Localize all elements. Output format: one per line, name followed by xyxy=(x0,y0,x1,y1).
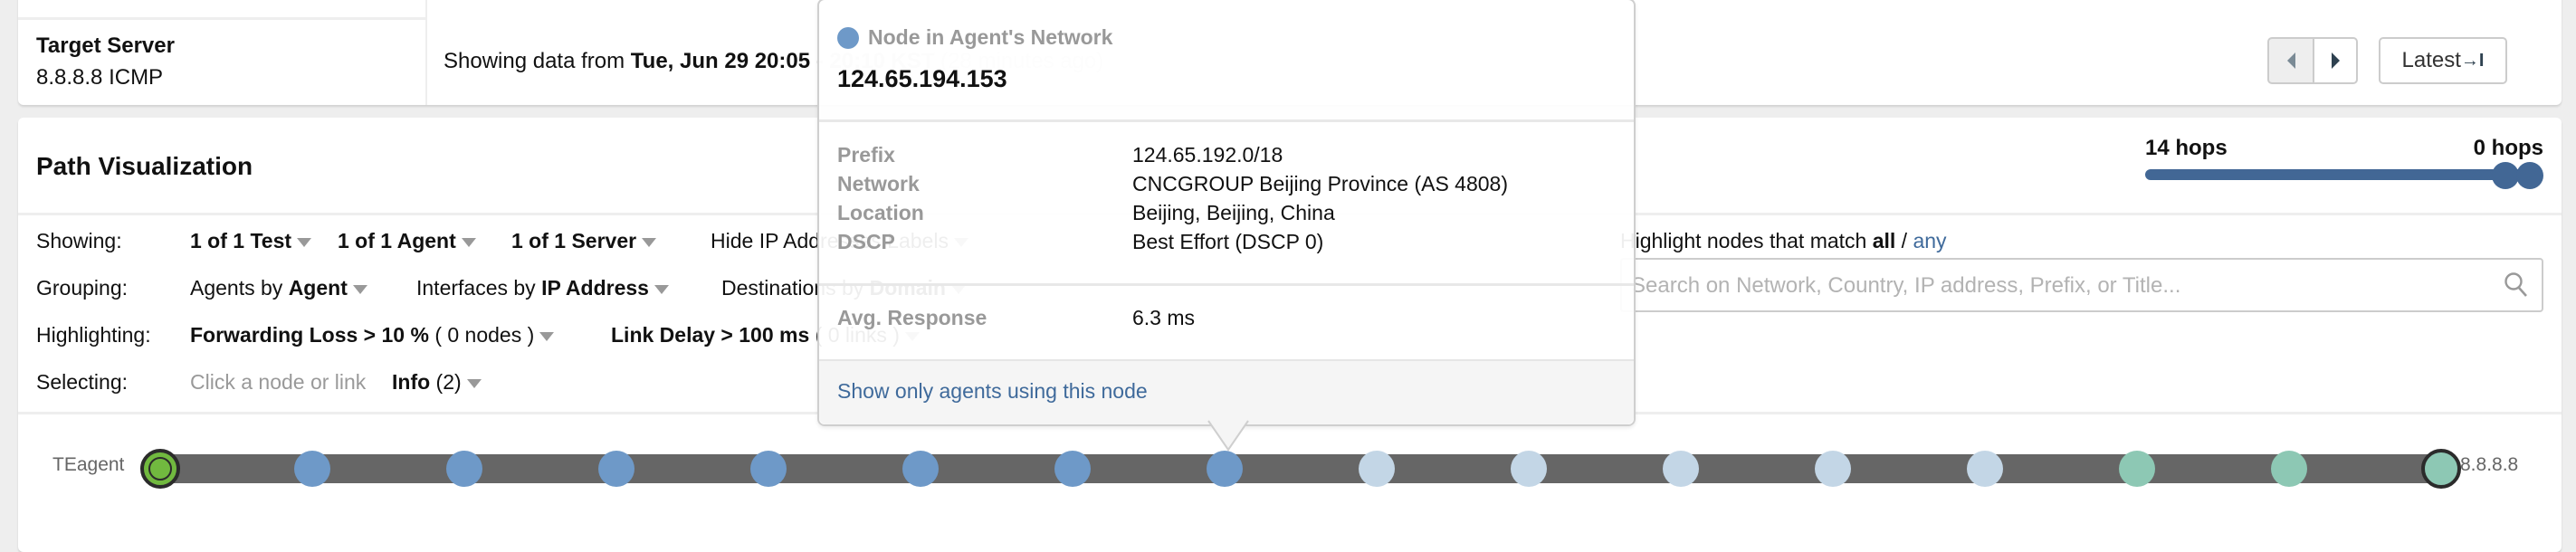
search-input[interactable] xyxy=(1622,260,2484,312)
chevron-down-icon xyxy=(654,284,669,294)
hops-slider-handle-high[interactable] xyxy=(2516,162,2543,189)
node-category: Node in Agent's Network xyxy=(868,25,1113,49)
forwarding-loss-dropdown[interactable]: Forwarding Loss > 10 % ( 0 nodes ) xyxy=(190,323,555,347)
chevron-down-icon xyxy=(642,237,657,247)
forwarding-loss-count: ( 0 nodes ) xyxy=(428,323,535,347)
path-node[interactable] xyxy=(902,451,939,487)
path-node[interactable] xyxy=(1967,451,2003,487)
detail-key: Prefix xyxy=(837,143,895,167)
avg-response-value: 6.3 ms xyxy=(1132,306,1196,329)
popup-divider xyxy=(819,119,1634,122)
previous-button[interactable] xyxy=(2267,37,2314,84)
path-node[interactable] xyxy=(1663,451,1699,487)
target-server-label: Target Server xyxy=(36,33,175,58)
detail-value: 124.65.192.0/18 xyxy=(1132,143,1283,167)
test-filter-value: 1 of 1 Test xyxy=(190,229,292,252)
agents-grouping-value: Agent xyxy=(288,276,348,300)
popup-divider xyxy=(819,283,1634,286)
info-dropdown[interactable]: Info (2) xyxy=(392,370,482,395)
chevron-down-icon xyxy=(539,331,555,341)
path-node[interactable] xyxy=(1815,451,1851,487)
server-filter-value: 1 of 1 Server xyxy=(511,229,637,252)
path-node[interactable] xyxy=(1359,451,1395,487)
agent-filter-value: 1 of 1 Agent xyxy=(338,229,456,252)
path-node[interactable] xyxy=(750,451,787,487)
path-node[interactable] xyxy=(598,451,634,487)
latest-label: Latest xyxy=(2401,48,2461,72)
server-filter-dropdown[interactable]: 1 of 1 Server xyxy=(511,229,657,253)
grouping-label: Grouping: xyxy=(36,276,129,300)
avg-response-label: Avg. Response xyxy=(837,306,987,329)
target-server-panel: Target Server 8.8.8.8 ICMP xyxy=(18,0,427,105)
match-all-option[interactable]: all xyxy=(1873,229,1896,252)
path-link[interactable] xyxy=(160,454,2441,483)
show-only-agents-link[interactable]: Show only agents using this node xyxy=(837,379,1148,404)
next-button[interactable] xyxy=(2313,37,2358,84)
skip-to-end-icon: →I xyxy=(2460,50,2485,71)
forwarding-loss-value: Forwarding Loss > 10 % xyxy=(190,323,429,347)
detail-key: Location xyxy=(837,201,924,224)
caret-right-icon xyxy=(2331,52,2340,69)
chevron-down-icon xyxy=(466,378,482,388)
path-node[interactable] xyxy=(2119,451,2155,487)
detail-value: Beijing, Beijing, China xyxy=(1132,201,1335,224)
path-node[interactable] xyxy=(1511,451,1547,487)
node-category-dot-icon xyxy=(837,27,859,49)
detail-value: Best Effort (DSCP 0) xyxy=(1132,230,1324,253)
chevron-down-icon xyxy=(352,284,367,294)
interfaces-grouping-prefix: Interfaces by xyxy=(416,276,542,300)
detail-value: CNCGROUP Beijing Province (AS 4808) xyxy=(1132,172,1509,195)
chevron-down-icon xyxy=(297,237,312,247)
search-box[interactable] xyxy=(1620,258,2543,312)
hops-slider-handle-low[interactable] xyxy=(2492,162,2519,189)
caret-left-icon xyxy=(2286,52,2295,69)
selecting-hint: Click a node or link xyxy=(190,370,367,394)
interfaces-grouping-dropdown[interactable]: Interfaces by IP Address xyxy=(416,276,669,300)
agent-node[interactable] xyxy=(140,449,180,489)
node-ip: 124.65.194.153 xyxy=(837,65,1007,92)
latest-button[interactable]: Latest →I xyxy=(2379,37,2507,84)
destination-label: 8.8.8.8 xyxy=(2460,454,2519,475)
popup-footer: Show only agents using this node xyxy=(819,359,1634,424)
match-mode-text: Highlight nodes that match all / any xyxy=(1620,229,1947,253)
path-node-selected[interactable] xyxy=(1207,451,1243,487)
server-node[interactable] xyxy=(2421,449,2461,489)
match-separator: / xyxy=(1895,229,1913,252)
agent-filter-dropdown[interactable]: 1 of 1 Agent xyxy=(338,229,476,253)
interfaces-grouping-value: IP Address xyxy=(541,276,649,300)
path-node[interactable] xyxy=(1054,451,1091,487)
detail-key: DSCP xyxy=(837,230,895,253)
hops-max-label: 0 hops xyxy=(2473,136,2543,160)
agents-grouping-prefix: Agents by xyxy=(190,276,289,300)
hops-slider-track[interactable] xyxy=(2145,169,2534,180)
page-title: Path Visualization xyxy=(36,152,253,180)
path-node[interactable] xyxy=(2271,451,2307,487)
link-delay-value: Link Delay > 100 ms xyxy=(611,323,810,347)
hops-min-label: 14 hops xyxy=(2145,136,2228,160)
time-prefix: Showing data from xyxy=(444,49,631,73)
path-node[interactable] xyxy=(294,451,330,487)
source-agent-label: TEagent xyxy=(52,454,125,475)
test-filter-dropdown[interactable]: 1 of 1 Test xyxy=(190,229,312,253)
row-divider xyxy=(18,17,425,20)
highlighting-label: Highlighting: xyxy=(36,323,151,347)
info-value: Info xyxy=(392,370,431,394)
time-start: Tue, Jun 29 20:05 xyxy=(630,49,811,73)
match-any-link[interactable]: any xyxy=(1913,229,1946,252)
selecting-label: Selecting: xyxy=(36,370,129,394)
info-count: (2) xyxy=(430,370,462,394)
popup-pointer xyxy=(1207,420,1249,452)
path-node[interactable] xyxy=(446,451,482,487)
agents-grouping-dropdown[interactable]: Agents by Agent xyxy=(190,276,367,300)
chevron-down-icon xyxy=(461,237,476,247)
agent-node-inner-ring xyxy=(148,457,172,481)
detail-key: Network xyxy=(837,172,920,195)
node-info-popup: Node in Agent's Network 124.65.194.153 P… xyxy=(817,0,1636,452)
match-prefix: Highlight nodes that match xyxy=(1620,229,1873,252)
search-icon[interactable] xyxy=(2504,271,2529,299)
target-server-value: 8.8.8.8 ICMP xyxy=(36,65,164,90)
showing-label: Showing: xyxy=(36,229,122,252)
